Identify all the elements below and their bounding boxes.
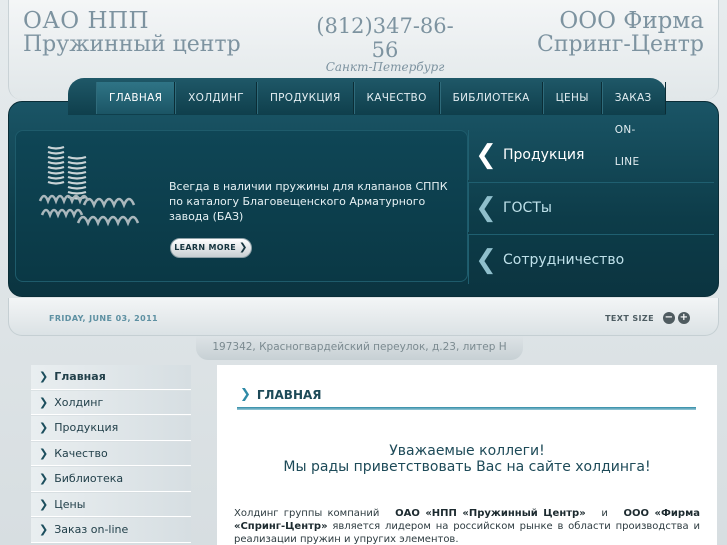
chevron-right-icon: ❯ xyxy=(240,387,251,402)
chevron-right-icon: ❯ xyxy=(39,370,49,384)
chevron-right-icon: ❯ xyxy=(39,523,49,537)
banner-text: Всегда в наличии пружины для клапанов СП… xyxy=(169,180,448,223)
sidebar-item-label: Цены xyxy=(54,497,86,511)
sidebar-item-label: Продукция xyxy=(54,421,119,435)
chevron-left-icon: ❮ xyxy=(475,140,497,170)
nav-item-prices[interactable]: ЦЕНЫ xyxy=(542,82,602,114)
banner-link-cooperation[interactable]: ❮ Сотрудничество xyxy=(468,234,714,284)
sidebar-item-label: Главная xyxy=(54,370,106,384)
sidebar-item-label: Качество xyxy=(54,446,108,460)
nav-item-products[interactable]: ПРОДУКЦИЯ xyxy=(256,82,354,114)
banner-link-gosts[interactable]: ❮ ГОСТы xyxy=(468,182,714,232)
chevron-right-icon: ❯ xyxy=(39,497,49,511)
sidebar-item-label: Библиотека xyxy=(54,472,124,486)
city-name: Санкт-Петербург xyxy=(325,60,445,74)
chevron-right-icon: ❯ xyxy=(39,472,49,486)
sidebar-item-library[interactable]: ❯ Библиотека xyxy=(31,467,191,492)
sidebar-menu: ❯ Главная ❯ Холдинг ❯ Продукция ❯ Качест… xyxy=(31,365,191,545)
intro-paragraph: Холдинг группы компаний ОАО «НПП «Пружин… xyxy=(234,507,700,545)
brand-left-line1: ОАО НПП xyxy=(23,8,150,34)
text-size-control: TEXT SIZE − + xyxy=(605,312,690,324)
increase-text-size-button[interactable]: + xyxy=(678,312,690,324)
spring-coil-1 xyxy=(47,145,65,185)
banner-link-label: Сотрудничество xyxy=(503,251,625,268)
chevron-right-icon: ❯ xyxy=(239,242,248,253)
title-divider xyxy=(237,407,696,410)
banner-link-products[interactable]: ❮ Продукция xyxy=(468,130,714,180)
phone-block: (812)347-86-56 Санкт-Петербург xyxy=(305,14,465,74)
brand-right-line1: ООО Фирма xyxy=(559,8,704,34)
current-date: FRIDAY, JUNE 03, 2011 xyxy=(49,314,159,323)
sidebar-item-home[interactable]: ❯ Главная xyxy=(31,365,191,390)
sidebar-item-quality[interactable]: ❯ Качество xyxy=(31,441,191,466)
promo-panel: Всегда в наличии пружины для клапанов СП… xyxy=(15,130,468,282)
promo-banner: Всегда в наличии пружины для клапанов СП… xyxy=(8,101,719,297)
page-title-text: ГЛАВНАЯ xyxy=(256,387,322,402)
learn-more-button[interactable]: LEARN MORE ❯ xyxy=(170,238,252,258)
chevron-right-icon: ❯ xyxy=(39,446,49,460)
greeting-line2: Мы рады приветствовать Вас на сайте холд… xyxy=(283,459,651,475)
learn-more-label: LEARN MORE xyxy=(174,243,237,252)
banner-right-menu: ❮ Продукция ❮ ГОСТы ❮ Сотрудничество xyxy=(468,130,714,284)
para-prefix: Холдинг группы компаний xyxy=(234,508,380,519)
brand-right-line2: Спринг-Центр xyxy=(537,32,704,57)
sidebar-item-prices[interactable]: ❯ Цены xyxy=(31,492,191,517)
nav-item-library[interactable]: БИБЛИОТЕКА xyxy=(439,82,543,114)
sidebar-item-label: Заказ on-line xyxy=(54,523,129,537)
nav-item-order-online[interactable]: ЗАКАЗ ON-LINE xyxy=(601,82,666,168)
chevron-left-icon: ❮ xyxy=(475,244,497,275)
page: ОАО НПП Пружинный центр (812)347-86-56 С… xyxy=(0,0,727,545)
decrease-text-size-button[interactable]: − xyxy=(663,312,675,324)
chevron-right-icon: ❯ xyxy=(39,395,49,409)
address-text: 197342, Красногвардейский переулок, д.23… xyxy=(212,341,507,353)
springs-image xyxy=(38,145,140,227)
chevron-left-icon: ❮ xyxy=(475,192,497,223)
sidebar-item-order-online[interactable]: ❯ Заказ on-line xyxy=(31,518,191,543)
nav-item-home[interactable]: ГЛАВНАЯ xyxy=(96,82,176,114)
main-nav: ГЛАВНАЯ ХОЛДИНГ ПРОДУКЦИЯ КАЧЕСТВО БИБЛИ… xyxy=(68,78,666,168)
brand-right[interactable]: ООО Фирма Спринг-Центр xyxy=(537,8,704,57)
nav-item-quality[interactable]: КАЧЕСТВО xyxy=(353,82,440,114)
brand-left-line2: Пружинный центр xyxy=(23,32,241,57)
phone-number: (812)347-86-56 xyxy=(316,14,454,62)
spring-coil-2 xyxy=(67,155,87,200)
address-bar: 197342, Красногвардейский переулок, д.23… xyxy=(196,336,523,360)
para-and: и xyxy=(601,508,608,519)
sidebar-item-label: Холдинг xyxy=(54,395,104,409)
sidebar-item-products[interactable]: ❯ Продукция xyxy=(31,416,191,441)
company-name-1: ОАО «НПП «Пружинный Центр» xyxy=(395,508,586,519)
chevron-right-icon: ❯ xyxy=(39,421,49,435)
sidebar-item-holding[interactable]: ❯ Холдинг xyxy=(31,390,191,415)
text-size-label: TEXT SIZE xyxy=(605,313,654,323)
nav-item-holding[interactable]: ХОЛДИНГ xyxy=(175,82,257,114)
date-bar: FRIDAY, JUNE 03, 2011 TEXT SIZE − + xyxy=(8,298,719,336)
banner-link-label: Продукция xyxy=(503,147,585,163)
brand-left[interactable]: ОАО НПП Пружинный центр xyxy=(23,8,241,57)
page-title: ❯ ГЛАВНАЯ xyxy=(240,387,322,402)
main-content: ❯ ГЛАВНАЯ Уважаемые коллеги! Мы рады при… xyxy=(217,365,717,545)
greeting-line1: Уважаемые коллеги! xyxy=(389,443,545,459)
banner-link-label: ГОСТы xyxy=(503,199,552,216)
